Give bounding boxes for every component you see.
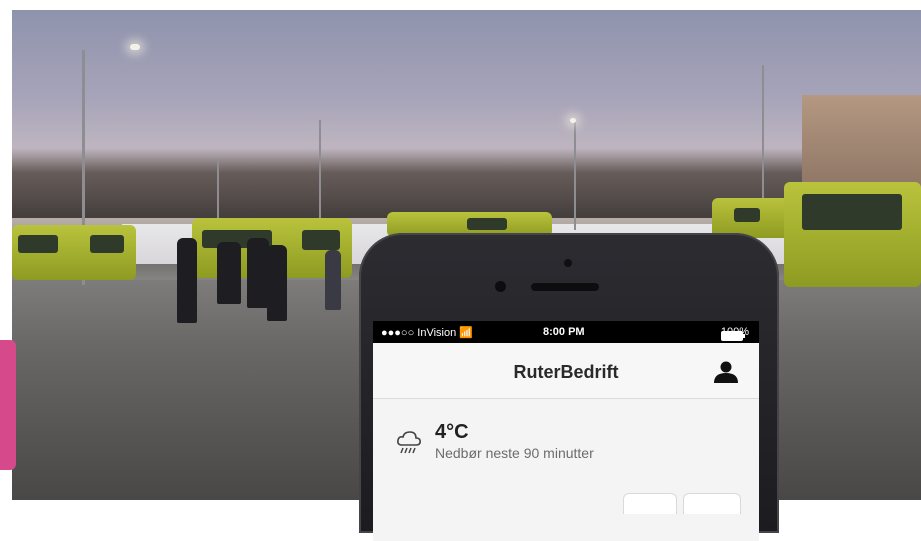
carrier-label: ●●●○○ InVision 📶	[381, 326, 473, 339]
app-title: RuterBedrift	[513, 362, 619, 382]
status-bar: ●●●○○ InVision 📶 8:00 PM 100%	[373, 321, 759, 343]
wifi-icon: 📶	[459, 327, 473, 339]
action-button-partial[interactable]	[623, 493, 677, 514]
building	[802, 95, 921, 195]
person	[247, 238, 269, 308]
battery-indicator: 100%	[720, 326, 749, 341]
weather-description: Nedbør neste 90 minutter	[435, 445, 594, 461]
user-profile-icon[interactable]	[711, 361, 741, 383]
front-camera	[495, 281, 506, 292]
phone-screen: ●●●○○ InVision 📶 8:00 PM 100% RuterBedri…	[373, 321, 759, 541]
proximity-sensor	[564, 259, 572, 267]
temperature: 4°C	[435, 421, 469, 443]
person	[325, 250, 341, 310]
status-time: 8:00 PM	[543, 326, 585, 338]
street-lamp	[130, 44, 140, 50]
battery-icon	[720, 331, 745, 341]
weather-widget[interactable]: 4°C Nedbør neste 90 minutter	[395, 421, 594, 461]
app-header: RuterBedrift	[373, 343, 759, 399]
rain-cloud-icon	[397, 431, 421, 454]
person	[177, 238, 197, 323]
person	[217, 242, 241, 304]
green-minibus	[784, 182, 921, 287]
lamp-post	[319, 120, 321, 230]
action-button-partial[interactable]	[683, 493, 741, 514]
phone-mockup: ●●●○○ InVision 📶 8:00 PM 100% RuterBedri…	[359, 233, 779, 541]
street-lamp	[570, 118, 576, 123]
pink-car	[0, 340, 16, 470]
weather-text: 4°C Nedbør neste 90 minutter	[435, 421, 594, 461]
green-minibus	[712, 198, 792, 238]
person	[267, 245, 287, 321]
lamp-post	[762, 65, 764, 205]
lamp-post	[574, 122, 576, 230]
earpiece-speaker	[531, 283, 599, 291]
carrier-text: ●●●○○ InVision	[381, 327, 457, 339]
green-minibus	[12, 225, 136, 280]
